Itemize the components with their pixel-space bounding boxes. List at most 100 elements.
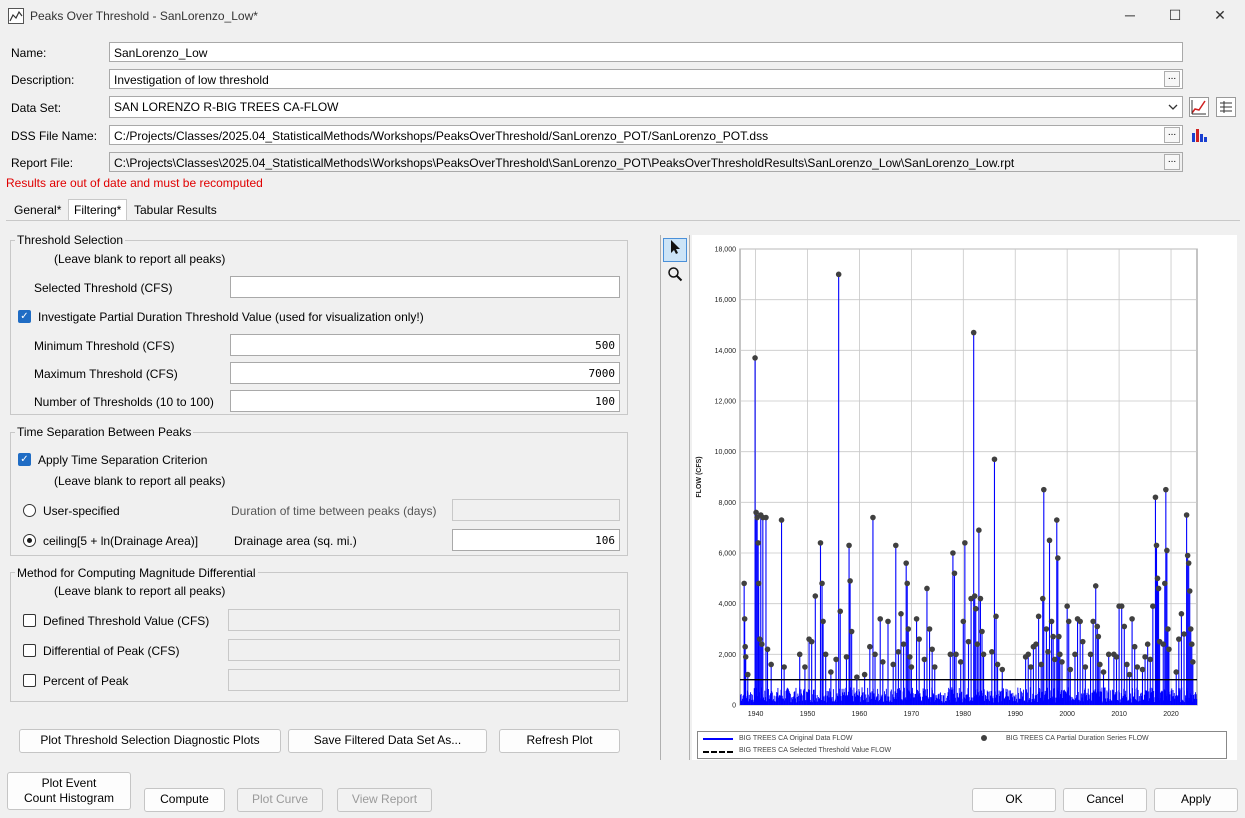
- report-browse-button[interactable]: ...: [1164, 154, 1180, 170]
- partial-duration-point: [1033, 641, 1039, 647]
- partial-duration-point: [1051, 656, 1058, 663]
- max-threshold-input[interactable]: 7000: [230, 362, 620, 384]
- y-tick-label: 14,000: [715, 348, 737, 355]
- partial-duration-point: [820, 618, 826, 625]
- partial-duration-point: [994, 661, 1001, 668]
- plot-event-line2: Count Histogram: [23, 791, 115, 805]
- ok-button[interactable]: OK: [972, 788, 1056, 812]
- x-tick-label: 1980: [956, 711, 972, 718]
- defined-threshold-checkbox[interactable]: [23, 614, 36, 627]
- partial-duration-point: [1152, 494, 1159, 501]
- partial-duration-point: [1090, 618, 1096, 625]
- tabulate-dataset-icon[interactable]: [1216, 97, 1236, 117]
- plot-diagnostic-button[interactable]: Plot Threshold Selection Diagnostic Plot…: [19, 729, 281, 753]
- zoom-icon[interactable]: [663, 265, 687, 289]
- title-bar: Peaks Over Threshold - SanLorenzo_Low* ─…: [0, 0, 1245, 32]
- partial-duration-point: [1050, 633, 1056, 640]
- partial-duration-point: [1173, 669, 1180, 675]
- partial-duration-point: [1121, 623, 1128, 630]
- plot-curve-button[interactable]: Plot Curve: [237, 788, 323, 812]
- percent-of-peak-input[interactable]: [228, 669, 620, 691]
- partial-duration-point: [892, 542, 899, 549]
- y-tick-label: 10,000: [715, 449, 737, 456]
- percent-of-peak-checkbox[interactable]: [23, 674, 36, 687]
- apply-button[interactable]: Apply: [1154, 788, 1238, 812]
- partial-duration-point: [802, 664, 808, 670]
- partial-duration-point: [1045, 649, 1051, 655]
- partial-duration-point: [999, 666, 1006, 673]
- refresh-plot-button[interactable]: Refresh Plot: [499, 729, 620, 753]
- defined-threshold-input[interactable]: [228, 609, 620, 631]
- partial-duration-point: [764, 646, 771, 653]
- view-report-button[interactable]: View Report: [337, 788, 432, 812]
- dss-catalog-icon[interactable]: [1189, 125, 1209, 145]
- partial-duration-point: [1113, 654, 1120, 660]
- partial-duration-point: [822, 651, 829, 658]
- partial-duration-point: [861, 671, 868, 678]
- tab-filtering[interactable]: Filtering*: [68, 199, 128, 220]
- report-file-field[interactable]: C:\Projects\Classes\2025.04_StatisticalM…: [109, 152, 1183, 172]
- differential-input[interactable]: [228, 639, 620, 661]
- num-thresholds-input[interactable]: 100: [230, 390, 620, 412]
- partial-duration-point: [1105, 651, 1112, 658]
- y-tick-label: 18,000: [715, 247, 737, 254]
- partial-duration-point: [837, 608, 844, 615]
- partial-duration-point: [880, 659, 886, 665]
- partial-duration-point: [808, 638, 815, 645]
- apply-time-separation-checkbox[interactable]: ✓: [18, 453, 31, 466]
- dss-browse-button[interactable]: ...: [1164, 127, 1180, 143]
- partial-duration-point: [833, 656, 839, 663]
- description-browse-button[interactable]: ...: [1164, 71, 1180, 87]
- maximize-icon[interactable]: ☐: [1152, 0, 1198, 30]
- dss-file-field[interactable]: C:/Projects/Classes/2025.04_StatisticalM…: [109, 125, 1183, 145]
- partial-duration-point: [768, 661, 774, 668]
- ceiling-radio[interactable]: [23, 534, 36, 547]
- save-filtered-button[interactable]: Save Filtered Data Set As...: [288, 729, 487, 753]
- cancel-button[interactable]: Cancel: [1063, 788, 1147, 812]
- partial-duration-point: [1055, 555, 1061, 561]
- chevron-down-icon[interactable]: [1166, 100, 1180, 114]
- user-specified-radio[interactable]: [23, 504, 36, 517]
- min-threshold-label: Minimum Threshold (CFS): [34, 339, 175, 353]
- plot-dataset-icon[interactable]: [1189, 97, 1209, 117]
- partial-duration-point: [867, 643, 873, 650]
- partial-duration-point: [1035, 613, 1042, 620]
- duration-input[interactable]: [452, 499, 620, 521]
- partial-duration-point: [1184, 552, 1191, 559]
- partial-duration-point: [828, 669, 834, 675]
- pointer-icon[interactable]: [663, 238, 687, 262]
- partial-duration-point: [929, 646, 935, 653]
- partial-duration-point: [1126, 671, 1133, 678]
- duration-label: Duration of time between peaks (days): [231, 504, 437, 518]
- flow-chart[interactable]: 0 2,000 4,000 6,000 8,000 10,000 12,000 14,000 1…: [692, 235, 1237, 730]
- min-threshold-input[interactable]: 500: [230, 334, 620, 356]
- selected-threshold-input[interactable]: [230, 276, 620, 298]
- name-field[interactable]: SanLorenzo_Low: [109, 42, 1183, 62]
- dataset-select[interactable]: SAN LORENZO R-BIG TREES CA-FLOW: [109, 96, 1183, 118]
- partial-duration-point: [1077, 618, 1083, 625]
- description-field[interactable]: Investigation of low threshold: [109, 69, 1183, 89]
- partial-duration-point: [1185, 560, 1192, 566]
- investigate-checkbox[interactable]: ✓: [18, 310, 31, 323]
- partial-duration-point: [755, 580, 762, 587]
- close-icon[interactable]: ✕: [1197, 0, 1243, 30]
- partial-duration-point: [957, 659, 964, 665]
- partial-duration-point: [843, 654, 850, 660]
- partial-duration-point: [974, 641, 981, 647]
- partial-duration-point: [951, 570, 958, 577]
- plot-event-histogram-button[interactable]: Plot Event Count Histogram: [7, 772, 131, 810]
- num-thresholds-label: Number of Thresholds (10 to 100): [34, 395, 214, 409]
- partial-duration-point: [1039, 595, 1046, 602]
- app-icon: [8, 8, 24, 24]
- compute-button[interactable]: Compute: [144, 788, 225, 812]
- partial-duration-point: [778, 517, 785, 523]
- magnitude-hint: (Leave blank to report all peaks): [54, 584, 226, 598]
- drainage-area-input[interactable]: 106: [452, 529, 620, 551]
- tab-general[interactable]: General*: [8, 199, 67, 219]
- differential-checkbox[interactable]: [23, 644, 36, 657]
- partial-duration-point: [781, 664, 787, 670]
- tab-tabular-results[interactable]: Tabular Results: [128, 199, 223, 219]
- minimize-icon[interactable]: ─: [1107, 0, 1153, 30]
- legend-original-swatch: [703, 738, 733, 740]
- partial-duration-point: [916, 636, 922, 642]
